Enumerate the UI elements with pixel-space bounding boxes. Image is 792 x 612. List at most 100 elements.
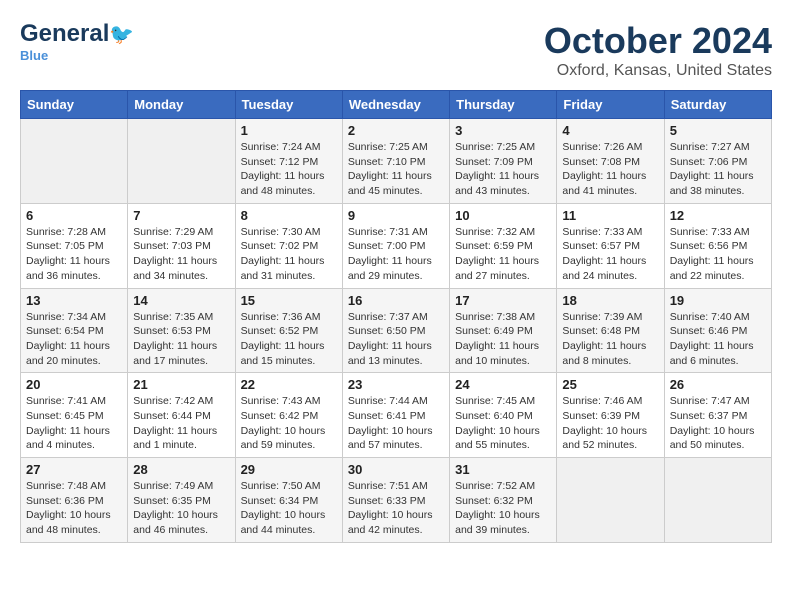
calendar-header-row: SundayMondayTuesdayWednesdayThursdayFrid… [21,91,772,119]
calendar-table: SundayMondayTuesdayWednesdayThursdayFrid… [20,90,772,543]
calendar-day-cell: 9Sunrise: 7:31 AM Sunset: 7:00 PM Daylig… [342,203,449,288]
day-info: Sunrise: 7:48 AM Sunset: 6:36 PM Dayligh… [26,479,122,538]
day-info: Sunrise: 7:35 AM Sunset: 6:53 PM Dayligh… [133,310,229,369]
day-info: Sunrise: 7:33 AM Sunset: 6:56 PM Dayligh… [670,225,766,284]
day-info: Sunrise: 7:29 AM Sunset: 7:03 PM Dayligh… [133,225,229,284]
day-number: 23 [348,377,444,392]
calendar-day-header: Saturday [664,91,771,119]
calendar-day-cell: 6 Sunrise: 7:28 AM Sunset: 7:05 PM Daylig… [21,203,128,288]
calendar-week-row: 13Sunrise: 7:34 AM Sunset: 6:54 PM Dayli… [21,288,772,373]
day-info: Sunrise: 7:37 AM Sunset: 6:50 PM Dayligh… [348,310,444,369]
calendar-day-header: Sunday [21,91,128,119]
logo-general: General🐦 [20,20,134,48]
day-info: Sunrise: 7:38 AM Sunset: 6:49 PM Dayligh… [455,310,551,369]
day-info: Sunrise: 7:27 AM Sunset: 7:06 PM Dayligh… [670,140,766,199]
calendar-day-cell: 3Sunrise: 7:25 AM Sunset: 7:09 PM Daylig… [450,119,557,204]
calendar-day-cell: 22 Sunrise: 7:43 AM Sunset: 6:42 PM Dayli… [235,373,342,458]
day-number: 10 [455,208,551,223]
day-info: Sunrise: 7:51 AM Sunset: 6:33 PM Dayligh… [348,479,444,538]
day-number: 18 [562,293,658,308]
calendar-day-cell: 11Sunrise: 7:33 AM Sunset: 6:57 PM Dayli… [557,203,664,288]
day-number: 7 [133,208,229,223]
day-number: 30 [348,462,444,477]
calendar-day-header: Monday [128,91,235,119]
calendar-day-cell: 7 Sunrise: 7:29 AM Sunset: 7:03 PM Daylig… [128,203,235,288]
day-number: 20 [26,377,122,392]
day-info: Sunrise: 7:28 AM Sunset: 7:05 PM Dayligh… [26,225,122,284]
day-number: 22 [241,377,337,392]
day-info: Sunrise: 7:49 AM Sunset: 6:35 PM Dayligh… [133,479,229,538]
day-info: Sunrise: 7:42 AM Sunset: 6:44 PM Dayligh… [133,394,229,453]
calendar-day-cell: 17 Sunrise: 7:38 AM Sunset: 6:49 PM Dayli… [450,288,557,373]
day-number: 15 [241,293,337,308]
calendar-day-cell: 19 Sunrise: 7:40 AM Sunset: 6:46 PM Dayli… [664,288,771,373]
day-info: Sunrise: 7:43 AM Sunset: 6:42 PM Dayligh… [241,394,337,453]
day-number: 2 [348,123,444,138]
page-header: General🐦 Blue October 2024 Oxford, Kansa… [20,20,772,80]
calendar-day-header: Thursday [450,91,557,119]
calendar-week-row: 27 Sunrise: 7:48 AM Sunset: 6:36 PM Dayli… [21,458,772,543]
calendar-day-cell: 29Sunrise: 7:50 AM Sunset: 6:34 PM Dayli… [235,458,342,543]
day-number: 9 [348,208,444,223]
day-info: Sunrise: 7:30 AM Sunset: 7:02 PM Dayligh… [241,225,337,284]
calendar-day-header: Friday [557,91,664,119]
day-info: Sunrise: 7:40 AM Sunset: 6:46 PM Dayligh… [670,310,766,369]
calendar-day-cell [21,119,128,204]
day-number: 6 [26,208,122,223]
calendar-day-cell: 1 Sunrise: 7:24 AM Sunset: 7:12 PM Daylig… [235,119,342,204]
day-number: 24 [455,377,551,392]
calendar-week-row: 6 Sunrise: 7:28 AM Sunset: 7:05 PM Daylig… [21,203,772,288]
day-number: 25 [562,377,658,392]
calendar-day-header: Tuesday [235,91,342,119]
calendar-day-cell: 2Sunrise: 7:25 AM Sunset: 7:10 PM Daylig… [342,119,449,204]
calendar-day-cell: 10Sunrise: 7:32 AM Sunset: 6:59 PM Dayli… [450,203,557,288]
calendar-day-cell: 27 Sunrise: 7:48 AM Sunset: 6:36 PM Dayli… [21,458,128,543]
calendar-day-cell: 8 Sunrise: 7:30 AM Sunset: 7:02 PM Daylig… [235,203,342,288]
calendar-day-cell [664,458,771,543]
day-number: 1 [241,123,337,138]
day-number: 26 [670,377,766,392]
calendar-day-cell: 14 Sunrise: 7:35 AM Sunset: 6:53 PM Dayli… [128,288,235,373]
calendar-day-cell: 13Sunrise: 7:34 AM Sunset: 6:54 PM Dayli… [21,288,128,373]
day-number: 21 [133,377,229,392]
calendar-day-cell: 30 Sunrise: 7:51 AM Sunset: 6:33 PM Dayli… [342,458,449,543]
calendar-day-cell: 21 Sunrise: 7:42 AM Sunset: 6:44 PM Dayli… [128,373,235,458]
logo: General🐦 Blue [20,20,134,63]
day-info: Sunrise: 7:34 AM Sunset: 6:54 PM Dayligh… [26,310,122,369]
day-info: Sunrise: 7:50 AM Sunset: 6:34 PM Dayligh… [241,479,337,538]
day-number: 19 [670,293,766,308]
day-number: 17 [455,293,551,308]
day-number: 14 [133,293,229,308]
day-info: Sunrise: 7:33 AM Sunset: 6:57 PM Dayligh… [562,225,658,284]
day-info: Sunrise: 7:45 AM Sunset: 6:40 PM Dayligh… [455,394,551,453]
day-info: Sunrise: 7:24 AM Sunset: 7:12 PM Dayligh… [241,140,337,199]
calendar-day-header: Wednesday [342,91,449,119]
day-number: 28 [133,462,229,477]
day-number: 16 [348,293,444,308]
day-number: 5 [670,123,766,138]
calendar-body: 1 Sunrise: 7:24 AM Sunset: 7:12 PM Daylig… [21,119,772,543]
calendar-day-cell: 24 Sunrise: 7:45 AM Sunset: 6:40 PM Dayli… [450,373,557,458]
calendar-day-cell: 26Sunrise: 7:47 AM Sunset: 6:37 PM Dayli… [664,373,771,458]
day-number: 27 [26,462,122,477]
main-title: October 2024 [544,20,772,62]
day-number: 8 [241,208,337,223]
day-info: Sunrise: 7:25 AM Sunset: 7:09 PM Dayligh… [455,140,551,199]
subtitle: Oxford, Kansas, United States [544,62,772,80]
day-info: Sunrise: 7:46 AM Sunset: 6:39 PM Dayligh… [562,394,658,453]
calendar-day-cell: 20Sunrise: 7:41 AM Sunset: 6:45 PM Dayli… [21,373,128,458]
calendar-day-cell: 16 Sunrise: 7:37 AM Sunset: 6:50 PM Dayli… [342,288,449,373]
calendar-day-cell: 4Sunrise: 7:26 AM Sunset: 7:08 PM Daylig… [557,119,664,204]
day-info: Sunrise: 7:36 AM Sunset: 6:52 PM Dayligh… [241,310,337,369]
calendar-week-row: 20Sunrise: 7:41 AM Sunset: 6:45 PM Dayli… [21,373,772,458]
calendar-day-cell: 25 Sunrise: 7:46 AM Sunset: 6:39 PM Dayli… [557,373,664,458]
calendar-day-cell: 31Sunrise: 7:52 AM Sunset: 6:32 PM Dayli… [450,458,557,543]
calendar-day-cell: 5 Sunrise: 7:27 AM Sunset: 7:06 PM Daylig… [664,119,771,204]
logo-blue: Blue [20,48,48,63]
calendar-day-cell [128,119,235,204]
title-block: October 2024 Oxford, Kansas, United Stat… [544,20,772,80]
day-number: 31 [455,462,551,477]
calendar-day-cell: 15 Sunrise: 7:36 AM Sunset: 6:52 PM Dayli… [235,288,342,373]
calendar-day-cell: 23Sunrise: 7:44 AM Sunset: 6:41 PM Dayli… [342,373,449,458]
calendar-day-cell: 12Sunrise: 7:33 AM Sunset: 6:56 PM Dayli… [664,203,771,288]
